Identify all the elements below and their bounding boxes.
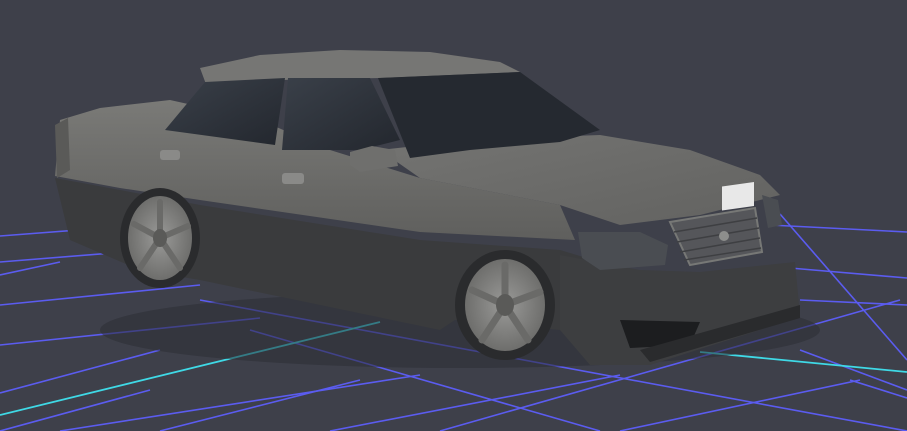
car-headlight-right — [762, 195, 782, 228]
car-front-side-window — [282, 78, 400, 150]
car-model[interactable] — [55, 50, 820, 368]
scene-canvas — [0, 50, 907, 431]
rear-wheel — [120, 188, 200, 288]
front-wheel — [455, 250, 555, 360]
car-door-handle-front — [282, 173, 304, 184]
license-plate — [722, 182, 754, 211]
car-emblem — [719, 231, 729, 241]
3d-viewport[interactable] — [0, 0, 907, 431]
car-headlight — [578, 232, 668, 270]
car-door-handle-rear — [160, 150, 180, 160]
car-tail — [55, 118, 70, 178]
